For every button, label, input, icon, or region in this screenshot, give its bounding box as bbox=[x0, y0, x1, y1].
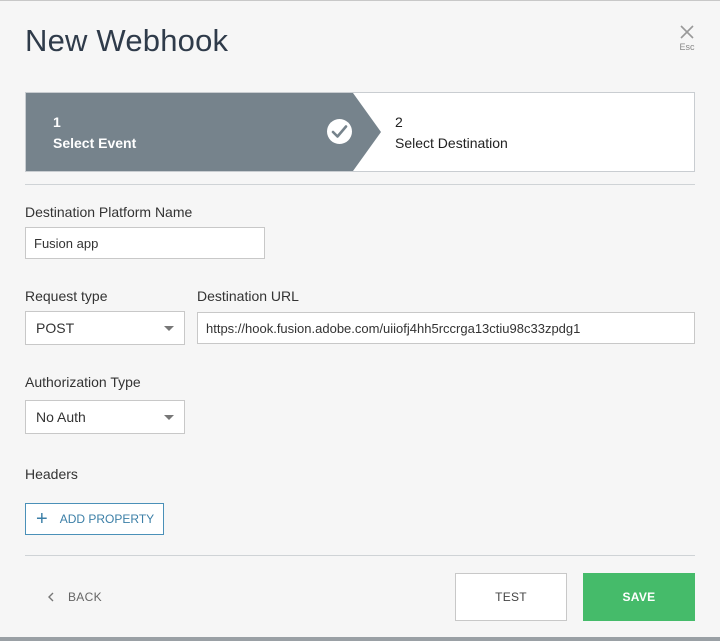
checkmark-icon bbox=[327, 119, 352, 144]
authorization-type-label: Authorization Type bbox=[25, 374, 141, 390]
request-type-select[interactable]: POST bbox=[25, 311, 185, 345]
authorization-type-select[interactable]: No Auth bbox=[25, 400, 185, 434]
bottom-divider bbox=[25, 555, 695, 556]
esc-hint: Esc bbox=[679, 42, 695, 52]
step-2-label: Select Destination bbox=[395, 135, 508, 151]
platform-name-label: Destination Platform Name bbox=[25, 204, 193, 220]
add-property-button[interactable]: + ADD PROPERTY bbox=[25, 503, 164, 535]
new-webhook-dialog: New Webhook Esc 1 Select Event 2 Select … bbox=[0, 0, 720, 641]
step-2-number: 2 bbox=[395, 114, 403, 130]
save-button[interactable]: SAVE bbox=[583, 573, 695, 621]
request-type-value: POST bbox=[36, 320, 75, 336]
back-button[interactable]: BACK bbox=[48, 590, 102, 604]
request-type-label: Request type bbox=[25, 288, 108, 304]
wizard-stepper: 1 Select Event 2 Select Destination bbox=[25, 92, 695, 172]
destination-url-label: Destination URL bbox=[197, 288, 299, 304]
test-button[interactable]: TEST bbox=[455, 573, 567, 621]
step-select-destination[interactable]: 2 Select Destination bbox=[382, 93, 694, 171]
platform-name-input[interactable] bbox=[25, 227, 265, 259]
step-select-event[interactable]: 1 Select Event bbox=[26, 93, 382, 171]
step-1-number: 1 bbox=[53, 114, 61, 130]
destination-url-input[interactable] bbox=[197, 312, 695, 344]
dialog-title: New Webhook bbox=[25, 23, 229, 58]
headers-label: Headers bbox=[25, 466, 78, 482]
authorization-type-value: No Auth bbox=[36, 409, 86, 425]
top-divider bbox=[25, 184, 695, 185]
step-1-label: Select Event bbox=[53, 135, 137, 151]
close-button[interactable]: Esc bbox=[678, 25, 696, 52]
plus-icon: + bbox=[36, 508, 48, 530]
chevron-down-icon bbox=[164, 326, 174, 331]
close-icon bbox=[680, 25, 694, 39]
chevron-down-icon bbox=[164, 415, 174, 420]
chevron-left-icon bbox=[48, 592, 54, 602]
back-label: BACK bbox=[68, 590, 102, 604]
add-property-label: ADD PROPERTY bbox=[59, 512, 155, 526]
